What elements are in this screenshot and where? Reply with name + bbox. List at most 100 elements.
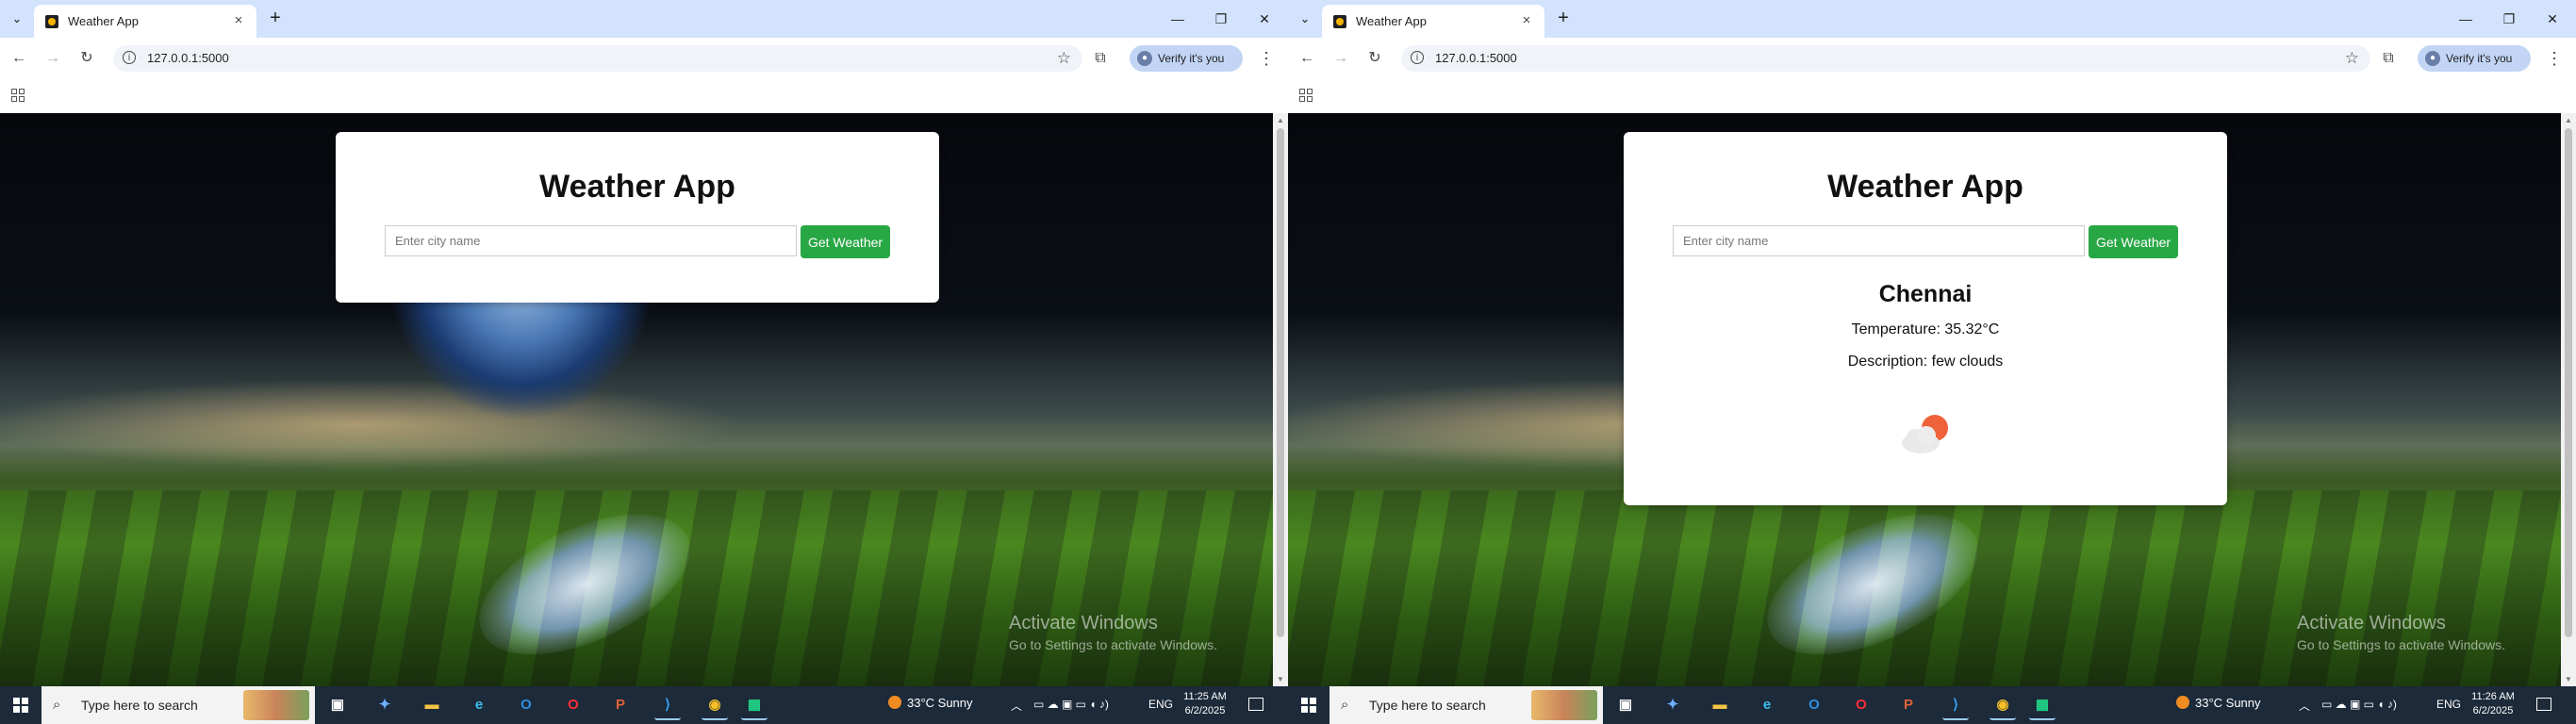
scroll-down-icon[interactable]: ▼	[2565, 675, 2572, 683]
new-tab-plus-icon[interactable]: +	[266, 8, 285, 28]
reload-icon[interactable]: ↻	[77, 49, 96, 68]
search-highlight-image	[1531, 690, 1597, 720]
windows-start-icon[interactable]	[13, 698, 28, 713]
restore-icon[interactable]: ❐	[2487, 0, 2531, 38]
language-indicator[interactable]: ENG	[2436, 698, 2461, 711]
bookmark-star-icon[interactable]: ☆	[1057, 49, 1071, 68]
address-bar[interactable]: i 127.0.0.1:5000 ☆	[1401, 45, 2370, 72]
forward-arrow-icon[interactable]: →	[1331, 49, 1350, 68]
chrome-icon[interactable]: ◉	[1990, 692, 2016, 720]
scrollbar-thumb[interactable]	[1277, 128, 1284, 637]
outlook-icon[interactable]: O	[513, 692, 539, 718]
edge-icon[interactable]: e	[1754, 692, 1780, 718]
notifications-icon[interactable]	[1248, 698, 1263, 711]
tab-weather-app[interactable]: Weather App ×	[1322, 5, 1544, 38]
copilot-icon[interactable]: ✦	[372, 692, 398, 718]
tray-icons[interactable]: ▭ ☁ ▣ ▭ ◖ ♪)	[2321, 698, 2397, 711]
taskbar-weather-text: 33°C Sunny	[2195, 696, 2261, 710]
clock-date: 6/2/2025	[1184, 705, 1226, 716]
powerpoint-icon[interactable]: P	[1895, 692, 1922, 718]
taskbar-search-placeholder: Type here to search	[1369, 698, 1486, 713]
powerpoint-icon[interactable]: P	[607, 692, 634, 718]
reload-icon[interactable]: ↻	[1365, 49, 1384, 68]
favicon-icon	[1333, 15, 1346, 28]
profile-verify-label: Verify it's you	[2446, 52, 2513, 65]
taskbar-clock[interactable]: 11:26 AM 6/2/2025	[2467, 690, 2519, 718]
address-bar[interactable]: i 127.0.0.1:5000 ☆	[113, 45, 1082, 72]
city-name-input[interactable]	[1673, 225, 2085, 256]
pycharm-icon[interactable]: ▦	[2029, 692, 2056, 720]
sun-icon	[888, 696, 901, 709]
page-title: Weather App	[1827, 169, 2023, 205]
outlook-icon[interactable]: O	[1801, 692, 1827, 718]
clock-time: 11:26 AM	[2471, 691, 2515, 702]
task-view-icon[interactable]: ▣	[324, 692, 351, 718]
bookmark-star-icon[interactable]: ☆	[2345, 49, 2359, 68]
tab-weather-app[interactable]: Weather App ×	[34, 5, 256, 38]
close-window-icon[interactable]: ✕	[2531, 0, 2574, 38]
scroll-down-icon[interactable]: ▼	[1277, 675, 1284, 683]
minimize-icon[interactable]: —	[2444, 0, 2487, 38]
chrome-icon[interactable]: ◉	[702, 692, 728, 720]
chrome-menu-icon[interactable]: ⋮	[2546, 47, 2563, 70]
extensions-puzzle-icon[interactable]: ⧉	[1089, 47, 1112, 70]
close-window-icon[interactable]: ✕	[1243, 0, 1286, 38]
profile-verify-button[interactable]: ● Verify it's you	[1130, 45, 1243, 72]
chrome-menu-icon[interactable]: ⋮	[1258, 47, 1275, 70]
scroll-up-icon[interactable]: ▲	[1277, 116, 1284, 124]
minimize-icon[interactable]: —	[1156, 0, 1199, 38]
opera-icon[interactable]: O	[560, 692, 586, 718]
show-hidden-icons-icon[interactable]: ︿	[1011, 698, 1022, 714]
file-explorer-icon[interactable]: ▬	[1707, 692, 1733, 718]
tab-search-chevron-icon[interactable]: ⌄	[1296, 9, 1314, 28]
copilot-icon[interactable]: ✦	[1660, 692, 1686, 718]
opera-icon[interactable]: O	[1848, 692, 1874, 718]
apps-grid-icon[interactable]	[11, 89, 25, 102]
scrollbar-thumb[interactable]	[2565, 128, 2572, 637]
taskbar-search[interactable]: ⌕ Type here to search	[1329, 686, 1603, 724]
vscode-icon[interactable]: ⟩	[1942, 692, 1969, 720]
page-scrollbar[interactable]: ▲ ▼	[2561, 113, 2576, 686]
search-icon: ⌕	[53, 697, 61, 713]
edge-icon[interactable]: e	[466, 692, 492, 718]
profile-verify-button[interactable]: ● Verify it's you	[2418, 45, 2531, 72]
show-hidden-icons-icon[interactable]: ︿	[2299, 698, 2310, 714]
notifications-icon[interactable]	[2536, 698, 2551, 711]
tray-icons[interactable]: ▭ ☁ ▣ ▭ ◖ ♪)	[1033, 698, 1109, 711]
apps-grid-icon[interactable]	[1299, 89, 1313, 102]
tab-close-icon[interactable]: ×	[230, 12, 247, 29]
site-info-icon[interactable]: i	[1411, 51, 1424, 64]
task-view-icon[interactable]: ▣	[1612, 692, 1639, 718]
site-info-icon[interactable]: i	[123, 51, 136, 64]
background-moss	[0, 490, 1273, 686]
page-background: Weather App Get Weather Chennai Temperat…	[1288, 113, 2561, 686]
activate-windows-watermark: Activate Windows Go to Settings to activ…	[1009, 613, 1217, 652]
pycharm-icon[interactable]: ▦	[741, 692, 768, 720]
file-explorer-icon[interactable]: ▬	[419, 692, 445, 718]
forward-arrow-icon[interactable]: →	[43, 49, 62, 68]
language-indicator[interactable]: ENG	[1148, 698, 1173, 711]
activate-windows-subtitle: Go to Settings to activate Windows.	[1009, 637, 1217, 652]
taskbar-search[interactable]: ⌕ Type here to search	[41, 686, 315, 724]
bookmarks-bar	[1288, 79, 2576, 113]
profile-avatar-icon: ●	[2425, 51, 2440, 66]
taskbar-clock[interactable]: 11:25 AM 6/2/2025	[1179, 690, 1231, 718]
get-weather-button[interactable]: Get Weather	[801, 225, 890, 258]
back-arrow-icon[interactable]: ←	[9, 49, 28, 68]
city-name-input[interactable]	[385, 225, 797, 256]
restore-icon[interactable]: ❐	[1199, 0, 1243, 38]
taskbar-weather[interactable]: 33°C Sunny	[2176, 696, 2261, 710]
page-scrollbar[interactable]: ▲ ▼	[1273, 113, 1288, 686]
tab-search-chevron-icon[interactable]: ⌄	[8, 9, 26, 28]
activate-windows-title: Activate Windows	[1009, 613, 1158, 634]
scroll-up-icon[interactable]: ▲	[2565, 116, 2572, 124]
extensions-puzzle-icon[interactable]: ⧉	[2377, 47, 2400, 70]
few-clouds-icon	[1902, 415, 1948, 453]
back-arrow-icon[interactable]: ←	[1297, 49, 1316, 68]
windows-start-icon[interactable]	[1301, 698, 1316, 713]
get-weather-button[interactable]: Get Weather	[2089, 225, 2178, 258]
tab-close-icon[interactable]: ×	[1518, 12, 1535, 29]
new-tab-plus-icon[interactable]: +	[1554, 8, 1573, 28]
vscode-icon[interactable]: ⟩	[654, 692, 681, 720]
taskbar-weather[interactable]: 33°C Sunny	[888, 696, 973, 710]
